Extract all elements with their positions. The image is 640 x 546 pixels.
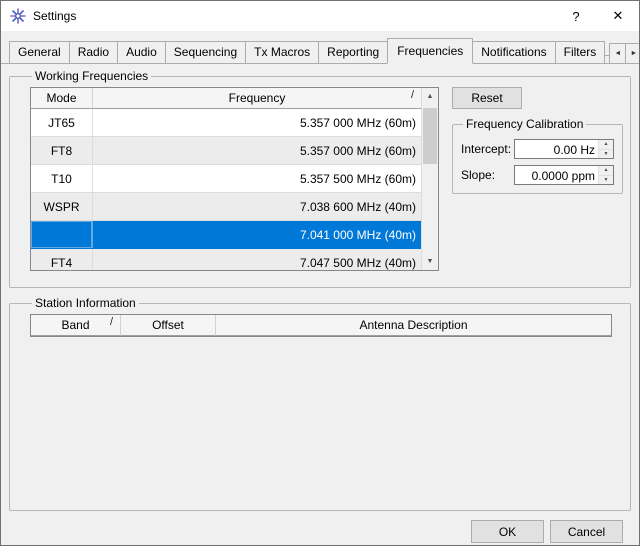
table-row[interactable]: T10 5.357 500 MHz (60m) (31, 165, 421, 193)
tab-scroll-left-icon[interactable]: ◄ (609, 43, 627, 64)
column-header-mode[interactable]: Mode (31, 88, 93, 109)
tab-label: Reporting (327, 45, 380, 59)
working-frequencies-title: Working Frequencies (35, 69, 149, 83)
tab-notifications[interactable]: Notifications (472, 41, 556, 64)
tab-label: Audio (126, 45, 157, 59)
scrollbar-thumb[interactable] (423, 108, 437, 164)
slope-label: Slope: (461, 168, 496, 182)
spin-down-icon[interactable]: ▼ (599, 174, 613, 184)
intercept-label: Intercept: (461, 142, 512, 156)
frequency-cell[interactable]: 7.038 600 MHz (40m) (93, 193, 421, 220)
reset-button[interactable]: Reset (452, 87, 522, 109)
table-row[interactable]: JT65 5.357 000 MHz (60m) (31, 109, 421, 137)
app-icon (10, 8, 26, 24)
frequency-cell[interactable]: 7.041 000 MHz (40m) (93, 221, 421, 248)
tab-partial[interactable] (604, 55, 611, 64)
column-header-offset[interactable]: Offset (121, 315, 216, 336)
intercept-spinbox[interactable]: 0.00 Hz ▲ ▼ (514, 139, 614, 159)
frequency-cell[interactable]: 5.357 000 MHz (60m) (93, 109, 421, 136)
tab-radio[interactable]: Radio (68, 41, 119, 64)
ok-button[interactable]: OK (471, 520, 544, 543)
frequency-cell[interactable]: 7.047 500 MHz (40m) (93, 249, 421, 270)
slope-spin-buttons: ▲ ▼ (598, 166, 613, 184)
tab-scroll-right-icon[interactable]: ► (625, 43, 639, 64)
frequency-cell[interactable]: 5.357 000 MHz (60m) (93, 137, 421, 164)
scrollbar-down-icon[interactable]: ▼ (422, 253, 438, 270)
station-table-header: Band / Offset Antenna Description (31, 315, 611, 336)
mode-cell[interactable] (31, 221, 93, 248)
table-row[interactable]: WSPR 7.038 600 MHz (40m) (31, 193, 421, 221)
tab-frequencies[interactable]: Frequencies (387, 38, 474, 64)
tab-tx-macros[interactable]: Tx Macros (245, 41, 320, 64)
slope-value[interactable]: 0.0000 ppm (515, 166, 598, 184)
column-header-band[interactable]: Band / (31, 315, 121, 336)
slope-row: Slope: 0.0000 ppm ▲ ▼ (461, 165, 614, 185)
spin-up-icon[interactable]: ▲ (599, 166, 613, 175)
tab-label: Filters (563, 45, 597, 59)
frequency-calibration-title: Frequency Calibration (466, 117, 584, 131)
tab-general[interactable]: General (9, 41, 70, 64)
frequency-cell[interactable]: 5.357 500 MHz (60m) (93, 165, 421, 192)
window-title: Settings (33, 9, 77, 23)
help-button[interactable]: ? (555, 1, 597, 31)
column-header-antenna[interactable]: Antenna Description (216, 315, 611, 336)
column-header-label: Band (61, 318, 90, 332)
intercept-value[interactable]: 0.00 Hz (515, 140, 598, 158)
tab-label: Notifications (481, 45, 547, 59)
column-header-frequency[interactable]: Frequency / (93, 88, 421, 109)
frequencies-page: Working Frequencies Mode Frequency / JT6… (1, 64, 639, 545)
mode-cell[interactable]: JT65 (31, 109, 93, 136)
vertical-scrollbar[interactable]: ▲ ▼ (421, 88, 438, 270)
mode-cell[interactable]: T10 (31, 165, 93, 192)
tab-filters[interactable]: Filters (554, 41, 606, 64)
table-row-selected[interactable]: 7.041 000 MHz (40m) (31, 221, 421, 249)
tab-sequencing[interactable]: Sequencing (164, 41, 247, 64)
tab-bar: General Radio Audio Sequencing Tx Macros… (1, 31, 639, 64)
frequency-calibration-group: Frequency Calibration Intercept: 0.00 Hz… (452, 117, 623, 194)
frequencies-table: Mode Frequency / JT65 5.357 000 MHz (60m… (30, 87, 439, 271)
table-row[interactable]: FT8 5.357 000 MHz (60m) (31, 137, 421, 165)
scrollbar-track[interactable] (422, 105, 438, 253)
station-information-table: Band / Offset Antenna Description (30, 314, 612, 337)
intercept-row: Intercept: 0.00 Hz ▲ ▼ (461, 139, 614, 159)
tab-label: Frequencies (397, 44, 464, 58)
mode-cell[interactable]: FT4 (31, 249, 93, 270)
tab-label: Sequencing (173, 45, 238, 59)
tab-scroll-buttons: ◄ ► (609, 43, 639, 64)
close-icon[interactable]: ✕ (597, 1, 639, 31)
scrollbar-up-icon[interactable]: ▲ (422, 88, 438, 105)
tab-label: Tx Macros (254, 45, 311, 59)
dialog-footer: OK Cancel (9, 511, 631, 543)
mode-cell[interactable]: WSPR (31, 193, 93, 220)
settings-window: Settings ? ✕ General Radio Audio Sequenc… (0, 0, 640, 546)
sort-indicator-icon: / (109, 316, 113, 328)
frequencies-table-main: Mode Frequency / JT65 5.357 000 MHz (60m… (31, 88, 421, 270)
station-information-group: Station Information Band / Offset Antenn… (9, 296, 631, 511)
station-information-title: Station Information (35, 296, 136, 310)
intercept-spin-buttons: ▲ ▼ (598, 140, 613, 158)
slope-spinbox[interactable]: 0.0000 ppm ▲ ▼ (514, 165, 614, 185)
working-frequencies-group: Working Frequencies Mode Frequency / JT6… (9, 69, 631, 288)
frequencies-table-header: Mode Frequency / (31, 88, 421, 109)
column-header-label: Frequency (228, 91, 286, 105)
tab-audio[interactable]: Audio (117, 41, 166, 64)
spin-up-icon[interactable]: ▲ (599, 140, 613, 149)
working-frequencies-body: Mode Frequency / JT65 5.357 000 MHz (60m… (30, 87, 623, 271)
tab-label: General (18, 45, 61, 59)
mode-cell[interactable]: FT8 (31, 137, 93, 164)
working-frequencies-side-panel: Reset Frequency Calibration Intercept: 0… (452, 87, 623, 271)
cancel-button[interactable]: Cancel (550, 520, 623, 543)
tab-label: Radio (77, 45, 110, 59)
table-row[interactable]: FT4 7.047 500 MHz (40m) (31, 249, 421, 270)
sort-indicator-icon: / (410, 89, 414, 101)
spin-down-icon[interactable]: ▼ (599, 148, 613, 158)
titlebar: Settings ? ✕ (1, 1, 639, 31)
tab-reporting[interactable]: Reporting (318, 41, 389, 64)
